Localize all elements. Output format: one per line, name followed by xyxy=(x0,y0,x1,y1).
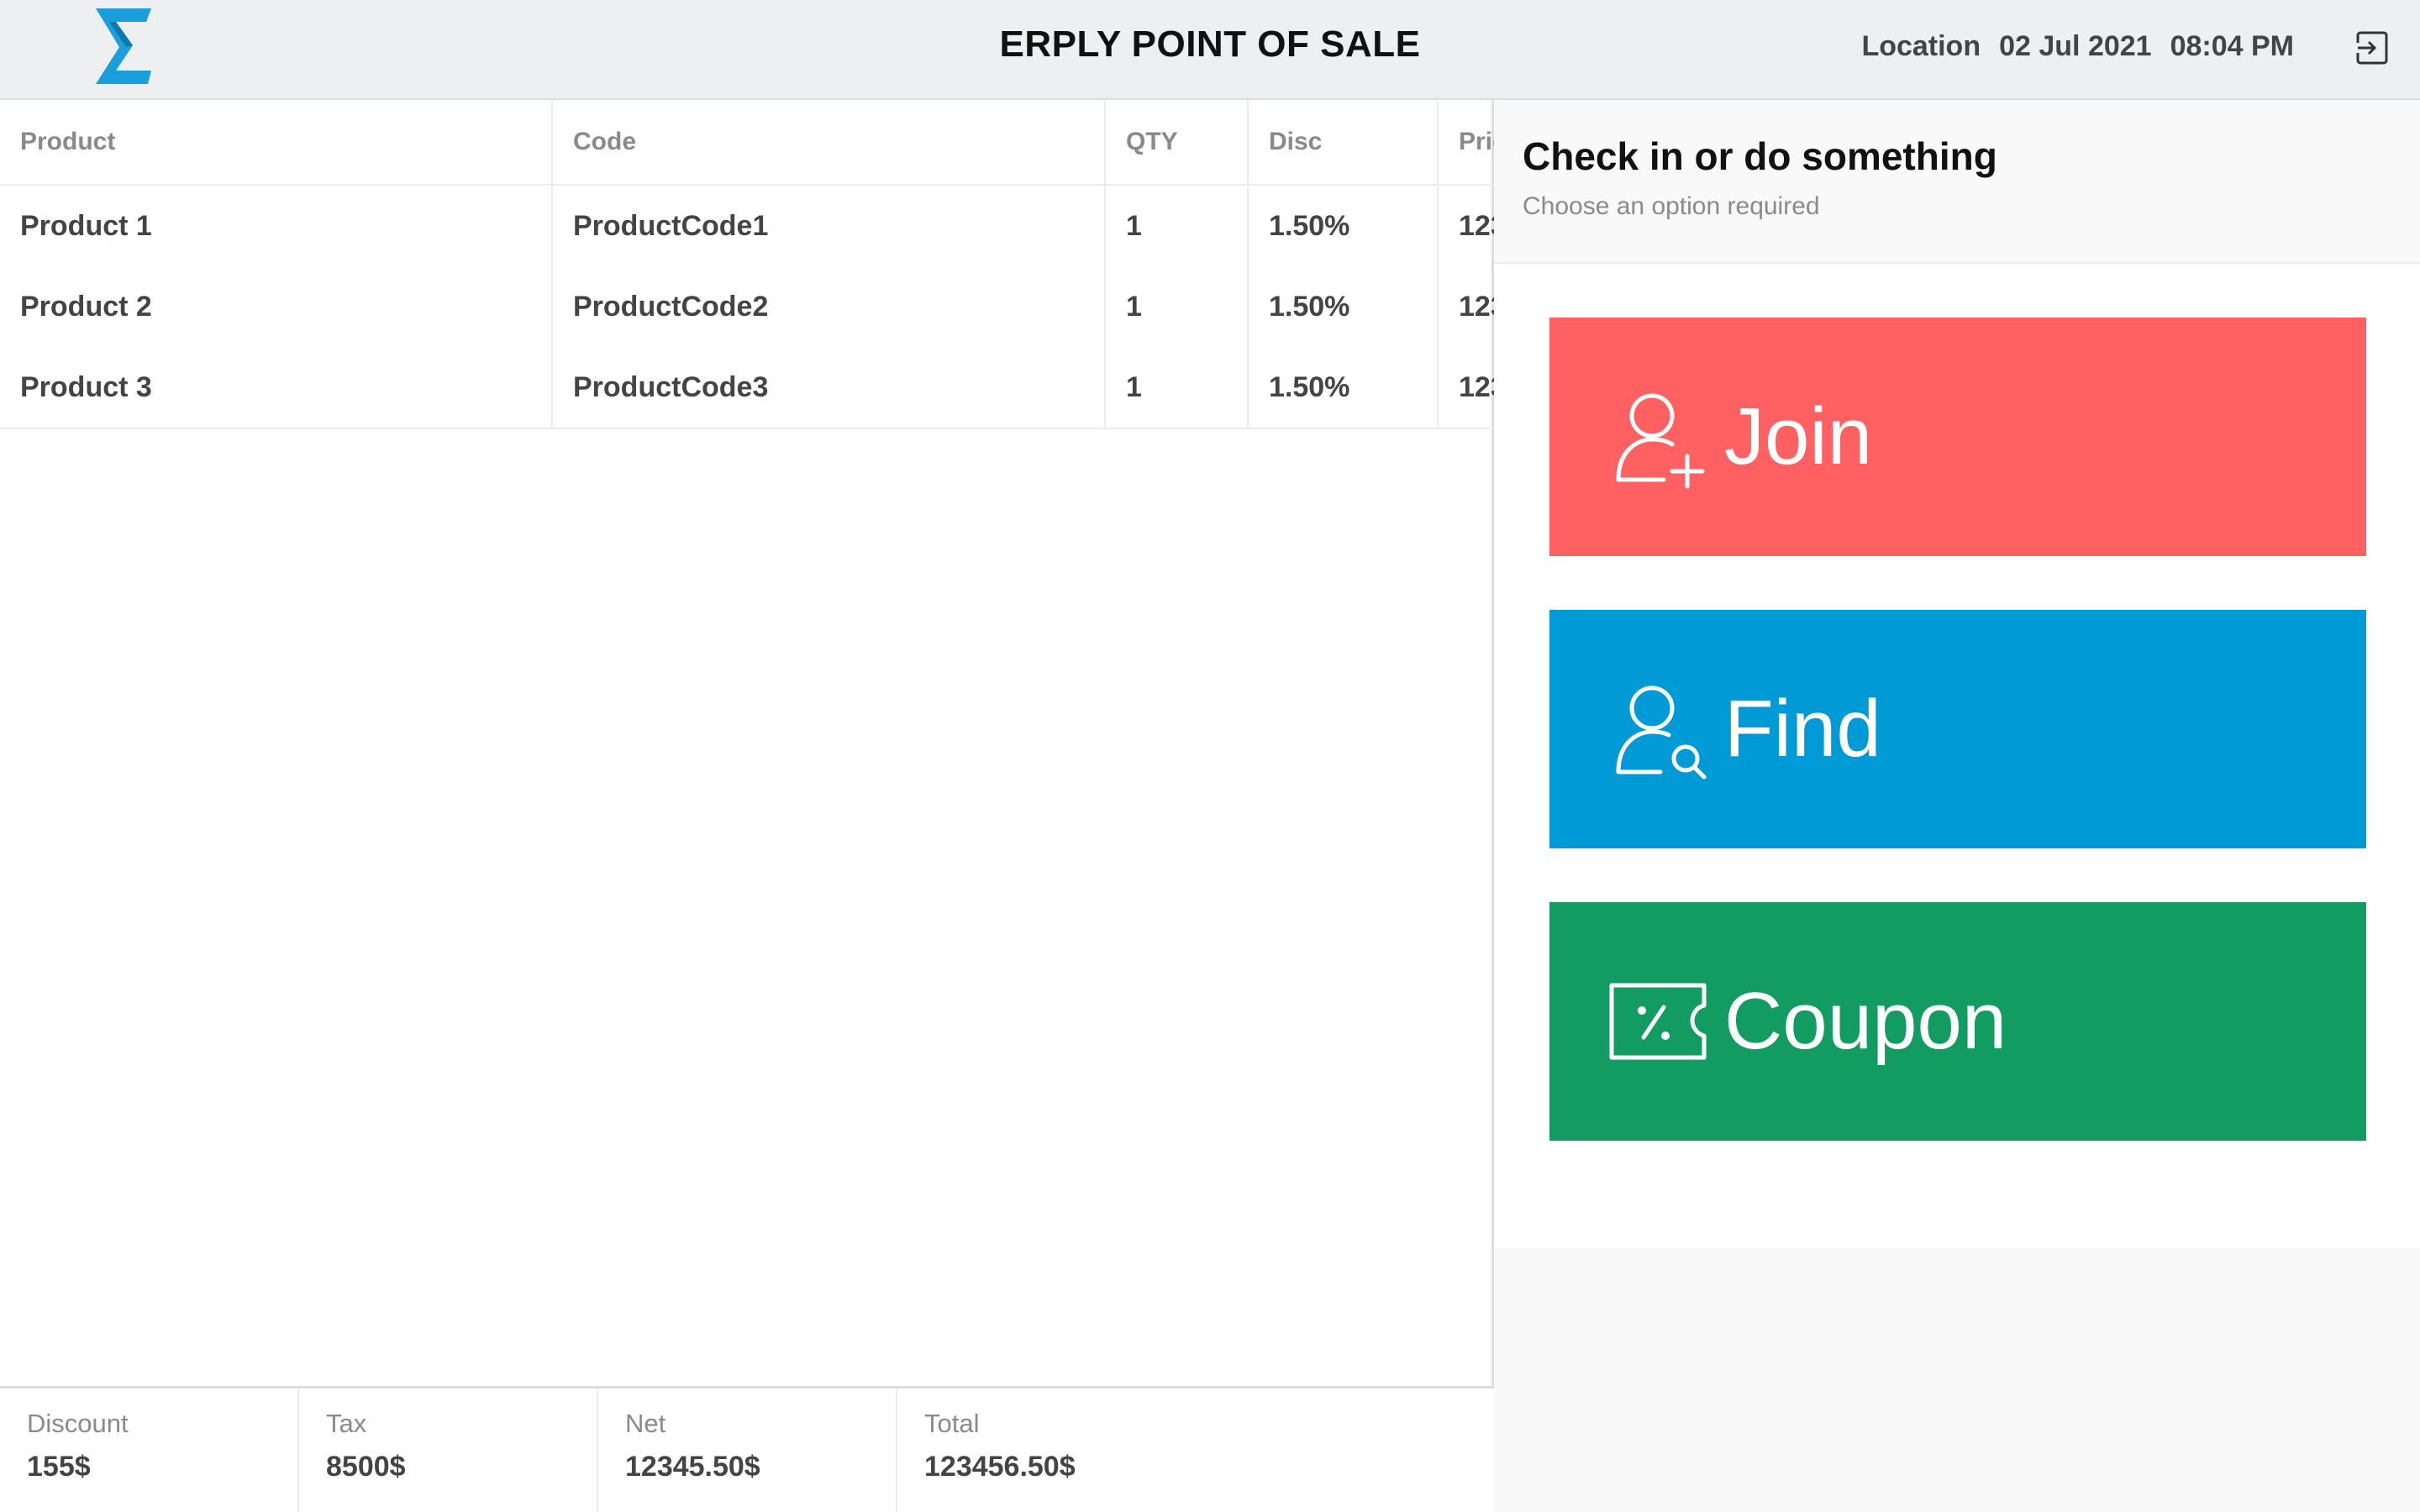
cell-disc: 1.50% xyxy=(1247,347,1438,429)
time-text: 08:04 PM xyxy=(2170,30,2294,62)
date-text: 02 Jul 2021 xyxy=(1999,30,2152,62)
add-user-icon xyxy=(1616,393,1705,489)
totals-bar: Discount 155$ Tax 8500$ Net 12345.50$ To… xyxy=(0,1386,1494,1512)
coupon-button[interactable]: Coupon xyxy=(1549,902,2366,1141)
column-header-qty: QTY xyxy=(1104,100,1248,186)
cell-price: 12345$ xyxy=(1437,347,1554,429)
coupon-icon xyxy=(1609,983,1707,1060)
column-header-product: Product xyxy=(0,100,552,186)
total-value: 123456.50$ xyxy=(924,1451,1076,1483)
column-header-disc: Disc xyxy=(1247,100,1438,186)
cell-disc: 1.50% xyxy=(1247,266,1438,347)
action-list: Join Find Coupon xyxy=(1494,264,2420,1248)
discount-label: Discount xyxy=(27,1409,129,1438)
join-label: Join xyxy=(1724,391,1873,481)
cell-disc: 1.50% xyxy=(1247,185,1438,266)
table-row[interactable]: Product 1 ProductCode1 1 1.50% 12345$ xyxy=(0,185,1554,266)
discount-value: 155$ xyxy=(27,1451,91,1483)
find-button[interactable]: Find xyxy=(1549,610,2366,848)
find-label: Find xyxy=(1724,684,1881,774)
cell-code: ProductCode2 xyxy=(551,266,1105,347)
products-table: Product Code QTY Disc Price Product 1 Pr… xyxy=(0,100,1554,429)
cell-product: Product 2 xyxy=(20,290,152,323)
find-user-icon xyxy=(1616,685,1707,780)
app-header: ERPLY POINT OF SALE Location 02 Jul 2021… xyxy=(0,0,2420,100)
location-label: Location xyxy=(1861,30,1981,62)
order-panel: Product Code QTY Disc Price Product 1 Pr… xyxy=(0,100,1554,1512)
total-label: Total xyxy=(924,1409,980,1438)
tax-total: Tax 8500$ xyxy=(299,1389,598,1512)
grand-total: Total 123456.50$ xyxy=(897,1389,1494,1512)
join-button[interactable]: Join xyxy=(1549,318,2366,556)
column-header-price: Price xyxy=(1437,100,1520,186)
header-info: Location 02 Jul 2021 08:04 PM xyxy=(1861,30,2294,63)
net-label: Net xyxy=(625,1409,666,1438)
checkin-subtitle: Choose an option required xyxy=(1523,192,1820,220)
column-header-code: Code xyxy=(551,100,1105,186)
tax-value: 8500$ xyxy=(326,1451,406,1483)
cell-code: ProductCode3 xyxy=(551,347,1105,429)
logout-icon[interactable] xyxy=(2354,30,2390,66)
table-row[interactable]: Product 2 ProductCode2 1 1.50% 12345$ xyxy=(0,266,1554,347)
table-header-row: Product Code QTY Disc Price xyxy=(0,100,1520,186)
net-total: Net 12345.50$ xyxy=(598,1389,897,1512)
cell-product: Product 3 xyxy=(0,347,552,429)
cell-price: 12345$ xyxy=(1437,185,1554,266)
discount-total: Discount 155$ xyxy=(0,1389,299,1512)
checkin-panel: Check in or do something Choose an optio… xyxy=(1494,100,2420,1512)
checkin-title: Check in or do something xyxy=(1523,134,1997,178)
cell-qty: 1 xyxy=(1104,347,1248,429)
net-value: 12345.50$ xyxy=(625,1451,760,1483)
cell-qty: 1 xyxy=(1104,266,1248,347)
table-row[interactable]: Product 3 ProductCode3 1 1.50% 12345$ xyxy=(0,347,1554,429)
cell-price: 12345$ xyxy=(1437,266,1554,347)
tax-label: Tax xyxy=(326,1409,367,1438)
checkin-header: Check in or do something Choose an optio… xyxy=(1494,100,2420,264)
cell-qty: 1 xyxy=(1104,185,1248,266)
coupon-label: Coupon xyxy=(1724,976,2007,1066)
cell-product: Product 1 xyxy=(20,209,152,242)
cell-code: ProductCode1 xyxy=(551,185,1105,266)
